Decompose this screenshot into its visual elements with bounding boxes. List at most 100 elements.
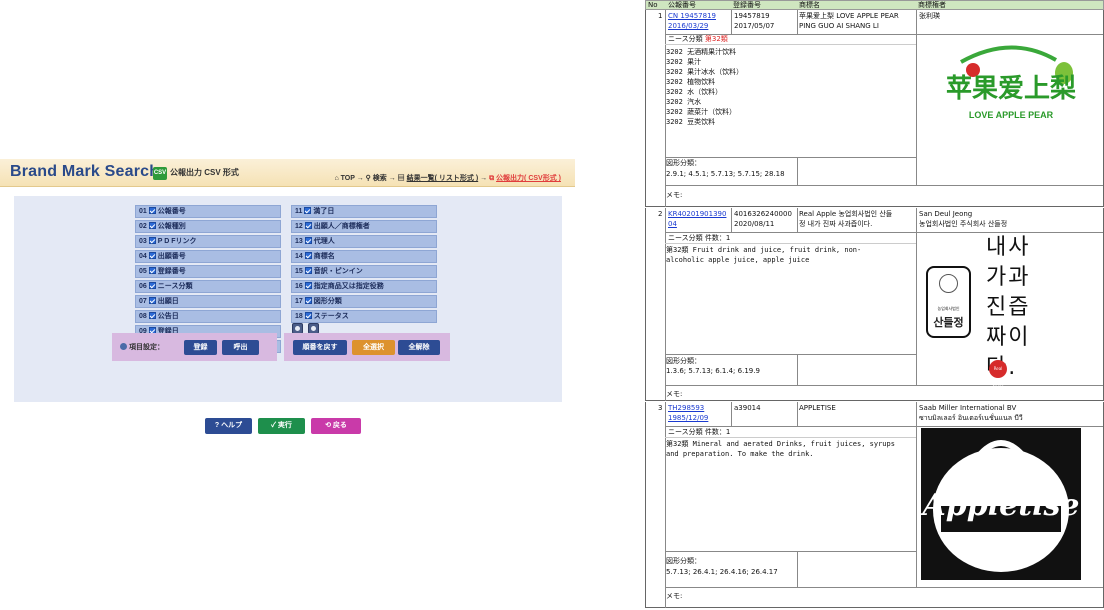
pub-no-link[interactable]: KR40201901390: [668, 210, 726, 219]
field-checkbox[interactable]: 07 出願日: [135, 295, 281, 308]
checkbox-checked-icon[interactable]: [304, 237, 312, 245]
checkbox-checked-icon[interactable]: [304, 252, 312, 260]
field-checkbox[interactable]: 13 代理人: [291, 235, 437, 248]
logo-korean-line: 짜이: [986, 325, 1031, 350]
holder-name: Saab Miller International BV: [919, 404, 1017, 412]
pub-no-link-cont[interactable]: 04: [668, 220, 677, 229]
trademark-name: APPLETISE: [799, 404, 836, 412]
reset-order-button[interactable]: 順番を戻す: [293, 340, 347, 355]
checkbox-checked-icon[interactable]: [148, 312, 156, 320]
field-checkbox-label: P D Fリンク: [157, 238, 197, 245]
figure-class-label: 図形分類：: [666, 557, 701, 565]
checkbox-checked-icon[interactable]: [148, 252, 156, 260]
select-all-button[interactable]: 全選択: [352, 340, 395, 355]
register-button[interactable]: 登録: [184, 340, 217, 355]
field-checkbox[interactable]: 16 指定商品又は指定役務: [291, 280, 437, 293]
field-checkbox-label: 公告日: [157, 313, 179, 320]
trademark-name-cont: 정 내가 진짜 사과즙이다.: [799, 220, 873, 228]
checkbox-checked-icon[interactable]: [148, 207, 156, 215]
field-checkbox-label: ステータス: [313, 313, 349, 320]
checkbox-checked-icon[interactable]: [148, 237, 156, 245]
pub-date-link[interactable]: 1985/12/09: [668, 414, 708, 423]
field-checkbox[interactable]: 18 ステータス: [291, 310, 437, 323]
pub-no-link[interactable]: CN 19457819: [668, 12, 716, 21]
field-checkbox-label: 音訳・ピンイン: [313, 268, 363, 275]
field-checkbox-label: 代理人: [313, 238, 335, 245]
pub-no-link[interactable]: TH298593: [668, 404, 704, 413]
memo-label: メモ:: [666, 592, 683, 600]
breadcrumb-list[interactable]: 結果一覧( リスト形式 ): [407, 175, 479, 182]
trademark-name: 苹果爱上梨 LOVE APPLE PEAR: [799, 12, 899, 20]
field-checkbox[interactable]: 02 公報種別: [135, 220, 281, 233]
settings-group: 項目設定： 登録 呼出: [112, 333, 277, 361]
logo-english-text: LOVE APPLE PEAR: [968, 110, 1054, 120]
reg-date: 2017/05/07: [734, 22, 775, 30]
table-row: 1 CN 19457819 2016/03/29 19457819 2017/0…: [645, 10, 1104, 207]
recall-button[interactable]: 呼出: [222, 340, 259, 355]
nice-header: ニース分類 件数：1: [668, 428, 731, 436]
back-button[interactable]: ⟲ 戻る: [311, 418, 361, 434]
field-checkbox[interactable]: 08 公告日: [135, 310, 281, 323]
breadcrumb-top[interactable]: TOP: [341, 175, 355, 182]
field-checkbox[interactable]: 04 出願番号: [135, 250, 281, 263]
figure-class-label: 図形分類：: [666, 357, 701, 365]
trademark-logo-image: 苹果爱上梨 LOVE APPLE PEAR: [921, 40, 1101, 135]
breadcrumb-current: 公報出力( CSV形式 ): [496, 175, 561, 182]
checkbox-checked-icon[interactable]: [304, 222, 312, 230]
logo-korean-line: 내사: [986, 235, 1031, 260]
nice-header: ニース分類 第32類: [668, 35, 728, 43]
field-checkbox-label: 商標名: [313, 253, 335, 260]
field-checkbox[interactable]: 14 商標名: [291, 250, 437, 263]
field-checkbox[interactable]: 12 出願人／商標権者: [291, 220, 437, 233]
memo-label: メモ:: [666, 191, 683, 199]
field-checkbox[interactable]: 01 公報番号: [135, 205, 281, 218]
field-checkbox-label: 登録番号: [157, 268, 186, 275]
table-row: 3 TH298593 1985/12/09 a39014 APPLETISE S…: [645, 402, 1104, 608]
header-holder: 商標権者: [918, 1, 946, 9]
field-checkbox[interactable]: 11 満了日: [291, 205, 437, 218]
order-group: 順番を戻す 全選択 全解除: [284, 333, 450, 361]
external-link-icon: ⧉: [489, 175, 495, 182]
holder-name: 张利瑛: [919, 12, 940, 20]
field-checkbox-label: 公報番号: [157, 208, 186, 215]
figure-class-codes: 1.3.6; 5.7.13; 6.1.4; 6.19.9: [666, 367, 760, 375]
checkbox-checked-icon[interactable]: [304, 267, 312, 275]
checkbox-checked-icon[interactable]: [304, 312, 312, 320]
header-subtitle: 公報出力 CSV 形式: [170, 168, 239, 177]
reg-no: 19457819: [734, 12, 770, 20]
field-checkbox[interactable]: 17 図形分類: [291, 295, 437, 308]
field-checkbox[interactable]: 06 ニース分類: [135, 280, 281, 293]
logo-chinese-text: 苹果爱上梨: [945, 74, 1076, 104]
field-checkbox-label: 出願日: [157, 298, 179, 305]
checkbox-checked-icon[interactable]: [304, 297, 312, 305]
logo-korean-line: 진즙: [986, 295, 1031, 320]
row-no: 1: [658, 12, 663, 20]
checkbox-checked-icon[interactable]: [148, 297, 156, 305]
run-button[interactable]: ✓ 実行: [258, 418, 305, 434]
checkbox-checked-icon[interactable]: [304, 207, 312, 215]
logo-seal-circle-icon: [939, 274, 958, 293]
checkbox-checked-icon[interactable]: [304, 282, 312, 290]
breadcrumb: ⌂ TOP → ⚲ 検索 → ▤ 結果一覧( リスト形式 ) → ⧉ 公報出力(…: [334, 173, 561, 183]
logo-seal-text: 산들정: [933, 316, 964, 329]
figure-class-codes: 5.7.13; 26.4.1; 26.4.16; 26.4.17: [666, 568, 778, 576]
holder-name-local: ซาบมิลเลอร์ อินเตอร์เนชั่นแนล บีวี: [919, 414, 1023, 422]
clear-all-button[interactable]: 全解除: [398, 340, 440, 355]
logo-korean-line: 가과: [986, 265, 1031, 290]
breadcrumb-search[interactable]: 検索: [373, 175, 387, 182]
help-button[interactable]: ? ヘルプ: [205, 418, 252, 434]
home-icon: ⌂: [334, 175, 339, 182]
reg-date: 2020/08/11: [734, 220, 775, 228]
pub-date-link[interactable]: 2016/03/29: [668, 22, 708, 31]
checkbox-column-right: 11 満了日 12 出願人／商標権者 13 代理人 14 商標名 15 音訳・ピンイン 16 指定商品…: [291, 205, 437, 325]
brand-mark-search-panel: Brand Mark Search CSV 公報出力 CSV 形式 ⌂ TOP …: [0, 159, 575, 435]
reg-no: a39014: [734, 404, 761, 412]
gazette-output-table: No 公報番号 登録番号 商標名 商標権者 1 CN 19457819 2016…: [645, 0, 1104, 610]
field-checkbox[interactable]: 15 音訳・ピンイン: [291, 265, 437, 278]
checkbox-checked-icon[interactable]: [148, 267, 156, 275]
field-checkbox[interactable]: 05 登録番号: [135, 265, 281, 278]
checkbox-checked-icon[interactable]: [148, 282, 156, 290]
checkbox-checked-icon[interactable]: [148, 222, 156, 230]
field-checkbox[interactable]: 03 P D Fリンク: [135, 235, 281, 248]
header-no: No: [648, 1, 658, 9]
